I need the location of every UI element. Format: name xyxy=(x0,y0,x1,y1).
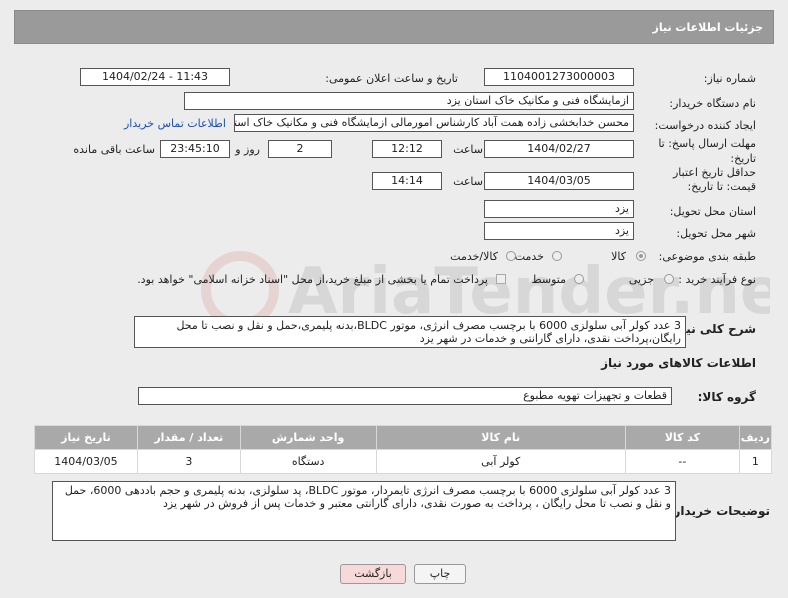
need-number-field: 1104001273000003 xyxy=(484,68,634,86)
city-label: شهر محل تحویل: xyxy=(676,227,756,240)
announce-field: 1404/02/24 - 11:43 xyxy=(80,68,230,86)
col-row-number: ردیف xyxy=(738,425,773,450)
remaining-label: ساعت باقی مانده xyxy=(73,143,155,156)
price-valid-label: حداقل تاریخ اعتبار قیمت: تا تاریخ: xyxy=(672,166,756,193)
col-unit: واحد شمارش xyxy=(239,425,377,450)
cell-unit: دستگاه xyxy=(239,449,377,474)
deadline-date-field: 1404/02/27 xyxy=(484,140,634,158)
buyer-notes-label: توضیحات خریدار: xyxy=(668,504,770,518)
process-label: نوع فرآیند خرید : xyxy=(678,273,756,286)
deadline-label: مهلت ارسال پاسخ: تا تاریخ: xyxy=(658,137,756,165)
category-label: طبقه بندی موضوعی: xyxy=(658,250,756,263)
print-button[interactable]: چاپ xyxy=(414,564,466,584)
process-medium-radio[interactable] xyxy=(574,274,584,284)
goods-section-title: اطلاعات کالاهای مورد نیاز xyxy=(601,356,756,370)
announce-label: تاریخ و ساعت اعلان عمومی: xyxy=(325,72,458,85)
city-field: یزد xyxy=(484,222,634,240)
days-label: روز و xyxy=(235,143,260,156)
price-valid-date-field: 1404/03/05 xyxy=(484,172,634,190)
back-button[interactable]: بازگشت xyxy=(340,564,406,584)
price-valid-time-field: 14:14 xyxy=(372,172,442,190)
buyer-field: ازمایشگاه فنی و مکانیک خاک استان یزد xyxy=(184,92,634,110)
creator-label: ایجاد کننده درخواست: xyxy=(654,119,756,132)
process-medium-label: متوسط xyxy=(531,273,566,286)
details-header: جزئیات اطلاعات نیاز xyxy=(14,10,774,44)
goods-table-header: تاریخ نیاز تعداد / مقدار واحد شمارش نام … xyxy=(34,425,773,450)
treasury-payment-note: پرداخت تمام یا بخشی از مبلغ خرید،از محل … xyxy=(137,273,488,286)
cell-need-date: 1404/03/05 xyxy=(34,449,138,474)
days-remaining-field: 2 xyxy=(268,140,332,158)
description-textarea: 3 عدد کولر آبی سلولزی 6000 با برچسب مصرف… xyxy=(134,316,686,348)
cell-item-code: -- xyxy=(624,449,740,474)
cell-quantity: 3 xyxy=(136,449,241,474)
category-goods-radio[interactable] xyxy=(636,251,646,261)
process-small-radio[interactable] xyxy=(664,274,674,284)
creator-field: محسن خدابخشی زاده همت آباد کارشناس امورم… xyxy=(234,114,634,132)
remaining-time-field: 23:45:10 xyxy=(160,140,230,158)
category-service-radio[interactable] xyxy=(552,251,562,261)
table-row: 1404/03/05 3 دستگاه کولر آبی -- 1 xyxy=(34,449,773,474)
page-title: جزئیات اطلاعات نیاز xyxy=(652,21,764,34)
process-small-label: جزیی xyxy=(628,273,654,286)
goods-table: تاریخ نیاز تعداد / مقدار واحد شمارش نام … xyxy=(34,425,773,474)
col-item-code: کد کالا xyxy=(624,425,740,450)
buyer-notes-textarea: 3 عدد کولر آبی سلولزی 6000 با برچسب مصرف… xyxy=(52,481,676,541)
price-valid-time-label: ساعت xyxy=(453,175,483,188)
buyer-label: نام دستگاه خریدار: xyxy=(669,97,756,110)
province-field: یزد xyxy=(484,200,634,218)
col-need-date: تاریخ نیاز xyxy=(34,425,138,450)
treasury-payment-checkbox[interactable] xyxy=(496,274,506,284)
category-goods-service-label: کالا/خدمت xyxy=(450,250,498,263)
province-label: استان محل تحویل: xyxy=(669,205,756,218)
goods-group-label: گروه کالا: xyxy=(697,390,756,404)
buyer-contact-link[interactable]: اطلاعات تماس خریدار xyxy=(124,117,226,130)
goods-group-field: قطعات و تجهیزات تهویه مطبوع xyxy=(138,387,672,405)
category-service-label: خدمت xyxy=(514,250,544,263)
need-number-label: شماره نیاز: xyxy=(703,72,756,85)
col-item-name: نام کالا xyxy=(375,425,626,450)
category-goods-label: کالا xyxy=(611,250,626,263)
deadline-time-field: 12:12 xyxy=(372,140,442,158)
category-goods-service-radio[interactable] xyxy=(506,251,516,261)
cell-item-name: کولر آبی xyxy=(375,449,626,474)
cell-row-number: 1 xyxy=(738,449,773,474)
col-quantity: تعداد / مقدار xyxy=(136,425,241,450)
deadline-time-label: ساعت xyxy=(453,143,483,156)
